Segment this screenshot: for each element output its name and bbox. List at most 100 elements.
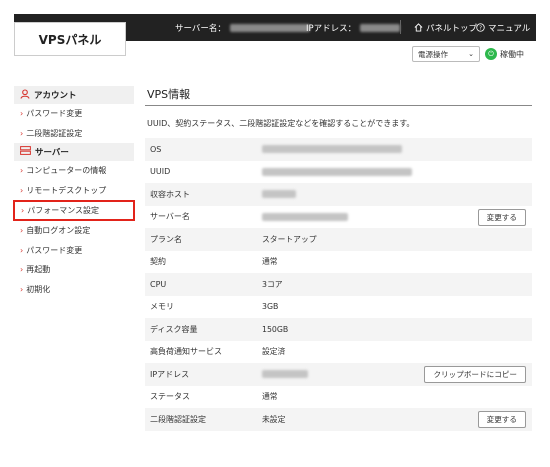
- table-row-status: ステータス 通常: [145, 386, 532, 409]
- table-row-ip: IPアドレス クリップボードにコピー: [145, 363, 532, 386]
- sidebar-item-remote-desktop[interactable]: › リモートデスクトップ: [14, 181, 134, 201]
- user-icon: [20, 88, 30, 102]
- table-row-cpu: CPU 3コア: [145, 273, 532, 296]
- row-value: 設定済: [262, 347, 286, 357]
- sidebar-item-performance-settings[interactable]: › パフォーマンス設定: [13, 200, 135, 221]
- row-label: ステータス: [150, 392, 190, 402]
- page-title: VPS情報: [145, 86, 532, 106]
- sidebar-item-computer-info[interactable]: › コンピューターの情報: [14, 161, 134, 181]
- table-row-contract: 契約 通常: [145, 251, 532, 274]
- sidebar-item-label: コンピューターの情報: [26, 166, 107, 176]
- row-label: ディスク容量: [150, 324, 198, 334]
- row-label: OS: [150, 144, 162, 154]
- ip-address-redacted: [360, 23, 401, 32]
- chevron-right-icon: ›: [20, 284, 24, 294]
- row-label: メモリ: [150, 302, 174, 312]
- change-two-factor-button[interactable]: 変更する: [477, 411, 526, 428]
- row-value: 通常: [262, 392, 278, 402]
- sidebar-item-label: パフォーマンス設定: [27, 206, 100, 215]
- chevron-right-icon: ›: [20, 265, 24, 275]
- manual-link[interactable]: ? マニュアル: [476, 14, 530, 41]
- row-value-redacted: [262, 167, 412, 176]
- chevron-down-icon: ⌄: [468, 50, 474, 58]
- chevron-right-icon: ›: [21, 206, 25, 215]
- header-divider: [400, 20, 401, 34]
- svg-text:?: ?: [479, 26, 482, 32]
- row-label: 契約: [150, 257, 166, 267]
- row-label: UUID: [150, 167, 171, 177]
- sidebar-item-server-password[interactable]: › パスワード変更: [14, 241, 134, 261]
- page-description: UUID、契約ステータス、二段階認証設定などを確認することができます。: [147, 119, 415, 128]
- server-name-label: サーバー名：: [175, 23, 226, 34]
- row-label: IPアドレス: [150, 369, 190, 379]
- table-row-host: 収容ホスト: [145, 183, 532, 206]
- sidebar-item-auto-logon[interactable]: › 自動ログオン設定: [14, 221, 134, 241]
- row-value-redacted: [262, 370, 308, 379]
- sidebar-section-account: アカウント: [14, 86, 134, 104]
- power-select-value: 電源操作: [418, 49, 448, 59]
- manual-label: マニュアル: [488, 23, 531, 34]
- app-logo[interactable]: VPSパネル: [14, 22, 126, 56]
- row-label: 収容ホスト: [150, 189, 190, 199]
- row-value-redacted: [262, 190, 296, 199]
- sidebar-item-account-password[interactable]: › パスワード変更: [14, 104, 134, 124]
- sidebar-section-server: サーバー: [14, 143, 134, 161]
- chevron-right-icon: ›: [20, 226, 24, 236]
- row-value-redacted: [262, 212, 348, 221]
- row-label: サーバー名: [150, 212, 190, 222]
- row-value: 150GB: [262, 324, 289, 334]
- table-row-two-factor: 二段階認証設定 未設定 変更する: [145, 408, 532, 431]
- sidebar: アカウント › パスワード変更 › 二段階認証設定 サーバー › コンピューター…: [13, 86, 135, 300]
- sidebar-item-initialize[interactable]: › 初期化: [14, 280, 134, 300]
- sidebar-item-two-factor[interactable]: › 二段階認証設定: [14, 124, 134, 144]
- row-value: 3コア: [262, 279, 283, 289]
- power-operation-select[interactable]: 電源操作 ⌄: [412, 46, 480, 62]
- sidebar-item-label: 二段階認証設定: [26, 128, 83, 138]
- row-label: CPU: [150, 279, 167, 289]
- chevron-right-icon: ›: [20, 185, 24, 195]
- power-icon: ⏻: [485, 48, 497, 60]
- table-row-high-load: 高負荷通知サービス 設定済: [145, 341, 532, 364]
- row-value: 未設定: [262, 414, 286, 424]
- server-name-redacted: [229, 23, 310, 32]
- row-value: 3GB: [262, 302, 279, 312]
- chevron-right-icon: ›: [20, 166, 24, 176]
- sidebar-heading-server: サーバー: [35, 148, 69, 158]
- panel-top-label: パネルトップ: [426, 23, 478, 34]
- copy-to-clipboard-button[interactable]: クリップボードにコピー: [424, 366, 526, 383]
- table-row-os: OS: [145, 138, 532, 161]
- server-status-indicator: ⏻ 稼働中: [485, 46, 524, 62]
- table-row-plan: プラン名 スタートアップ: [145, 228, 532, 251]
- row-value-redacted: [262, 145, 402, 154]
- row-label: プラン名: [150, 234, 182, 244]
- status-label: 稼働中: [500, 49, 524, 59]
- row-value: スタートアップ: [262, 234, 317, 244]
- table-row-uuid: UUID: [145, 161, 532, 184]
- vps-info-table: OS UUID 収容ホスト サーバー名 変更する プラン名 スタートアップ 契約…: [145, 138, 532, 431]
- sidebar-item-label: リモートデスクトップ: [26, 185, 107, 195]
- sidebar-item-restart[interactable]: › 再起動: [14, 260, 134, 280]
- main-content: VPS情報 UUID、契約ステータス、二段階認証設定などを確認することができます…: [145, 86, 532, 431]
- server-name-display: サーバー名：: [175, 14, 310, 41]
- sidebar-item-label: 再起動: [26, 265, 51, 275]
- help-circle-icon: ?: [476, 23, 485, 32]
- ip-address-label: IPアドレス：: [306, 23, 357, 34]
- sidebar-item-label: 自動ログオン設定: [26, 226, 91, 236]
- home-icon: [414, 23, 423, 32]
- chevron-right-icon: ›: [20, 128, 24, 138]
- server-icon: [20, 146, 31, 158]
- table-row-disk: ディスク容量 150GB: [145, 318, 532, 341]
- row-label: 二段階認証設定: [150, 414, 206, 424]
- sidebar-heading-account: アカウント: [34, 91, 77, 101]
- sidebar-item-label: 初期化: [26, 284, 51, 294]
- table-row-memory: メモリ 3GB: [145, 296, 532, 319]
- ip-address-display: IPアドレス：: [306, 14, 401, 41]
- sidebar-item-label: パスワード変更: [26, 109, 83, 119]
- panel-top-link[interactable]: パネルトップ: [414, 14, 477, 41]
- chevron-right-icon: ›: [20, 245, 24, 255]
- chevron-right-icon: ›: [20, 109, 24, 119]
- row-label: 高負荷通知サービス: [150, 347, 222, 357]
- change-server-name-button[interactable]: 変更する: [477, 208, 526, 226]
- row-value: 通常: [262, 257, 278, 267]
- sidebar-item-label: パスワード変更: [26, 245, 83, 255]
